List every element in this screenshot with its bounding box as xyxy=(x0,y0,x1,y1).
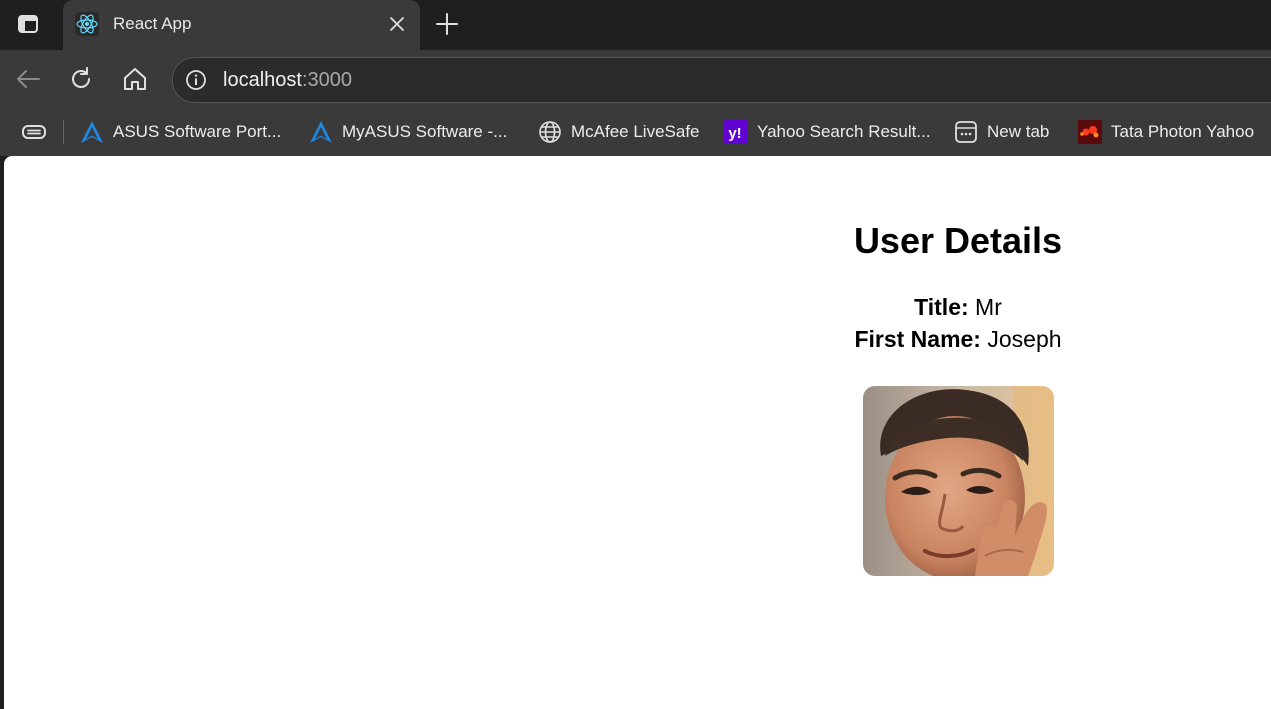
collections-icon xyxy=(22,125,46,139)
collections-button[interactable] xyxy=(20,120,48,144)
close-icon xyxy=(390,17,404,31)
bookmark-label: MyASUS Software -... xyxy=(342,122,508,141)
refresh-button[interactable] xyxy=(66,64,96,94)
bookmark-label: McAfee LiveSafe xyxy=(571,122,700,141)
globe-icon xyxy=(537,119,563,145)
bookmark-new-tab[interactable]: New tab xyxy=(953,108,1049,156)
bookmarks-bar: ASUS Software Port... MyASUS Software -.… xyxy=(0,108,1271,156)
first-name-label: First Name: xyxy=(854,326,981,352)
tab-actions-button[interactable] xyxy=(12,10,44,38)
bookmark-label: ASUS Software Port... xyxy=(113,122,282,141)
page-viewport: User Details Title: Mr First Name: Josep… xyxy=(4,156,1271,709)
active-tab[interactable]: React App xyxy=(63,0,420,50)
bookmark-asus-software-portal[interactable]: ASUS Software Port... xyxy=(79,108,281,156)
home-icon xyxy=(124,68,146,90)
home-button[interactable] xyxy=(120,64,150,94)
new-tab-page-icon xyxy=(953,119,979,145)
url-text[interactable]: localhost:3000 xyxy=(223,69,352,92)
arrow-left-icon xyxy=(17,70,40,88)
asus-icon xyxy=(79,119,105,145)
bookmark-label: Tata Photon Yahoo xyxy=(1111,122,1255,141)
yahoo-icon: y! xyxy=(723,119,749,145)
url-port: :3000 xyxy=(301,69,352,91)
back-button[interactable] xyxy=(13,64,43,94)
bookmarks-divider xyxy=(63,120,64,144)
info-icon xyxy=(186,70,206,90)
tata-photon-icon xyxy=(1077,119,1103,145)
bookmark-tata-photon-yahoo[interactable]: Tata Photon Yahoo xyxy=(1077,108,1254,156)
bookmark-yahoo-search[interactable]: y! Yahoo Search Result... xyxy=(723,108,931,156)
user-photo xyxy=(863,386,1054,576)
bookmark-label: Yahoo Search Result... xyxy=(757,122,931,141)
new-tab-button[interactable] xyxy=(432,10,462,38)
address-bar[interactable]: localhost:3000 xyxy=(172,57,1271,103)
browser-toolbar: localhost:3000 xyxy=(0,50,1271,108)
react-icon xyxy=(75,12,99,36)
first-name-field: First Name: Joseph xyxy=(4,326,1271,353)
bookmark-label: New tab xyxy=(987,122,1050,141)
site-info-button[interactable] xyxy=(183,67,209,93)
bookmark-mcafee-livesafe[interactable]: McAfee LiveSafe xyxy=(537,108,700,156)
asus-icon xyxy=(308,119,334,145)
first-name-value: Joseph xyxy=(987,326,1062,352)
tab-actions-icon xyxy=(18,15,38,33)
bookmark-myasus-software[interactable]: MyASUS Software -... xyxy=(308,108,507,156)
svg-text:y!: y! xyxy=(728,125,741,142)
page-heading: User Details xyxy=(853,220,1063,261)
tab-strip: React App xyxy=(0,0,1271,50)
tab-close-button[interactable] xyxy=(384,11,410,37)
title-label: Title: xyxy=(914,294,969,320)
plus-icon xyxy=(436,13,458,35)
title-field: Title: Mr xyxy=(4,294,1271,321)
title-value: Mr xyxy=(975,294,1002,320)
refresh-icon xyxy=(72,67,90,88)
url-host: localhost xyxy=(223,69,302,91)
user-photo-illustration xyxy=(863,386,1054,576)
tab-title: React App xyxy=(113,14,192,33)
